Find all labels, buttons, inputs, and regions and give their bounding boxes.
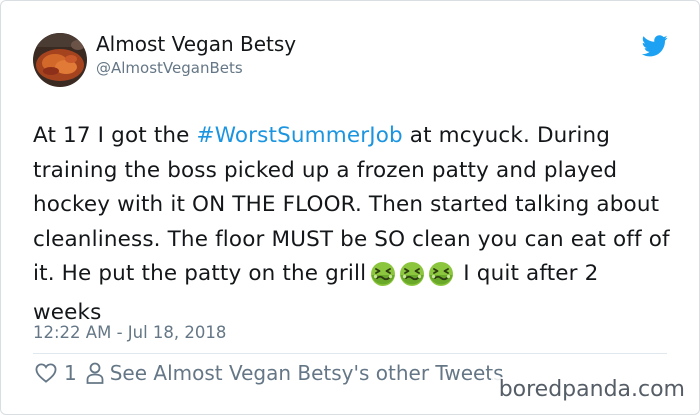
emoji-group bbox=[370, 261, 457, 296]
like-count: 1 bbox=[64, 361, 77, 385]
tweet-timestamp[interactable]: 12:22 AM - Jul 18, 2018 bbox=[33, 323, 226, 342]
watermark: boredpanda.com bbox=[490, 377, 685, 402]
person-icon bbox=[86, 362, 104, 384]
nauseated-face-icon bbox=[429, 262, 454, 286]
nauseated-face-icon bbox=[400, 262, 425, 286]
twitter-bird-icon[interactable] bbox=[642, 35, 668, 57]
avatar[interactable] bbox=[33, 33, 87, 87]
user-handle[interactable]: @AlmostVeganBets bbox=[96, 59, 243, 77]
hashtag-link[interactable]: #WorstSummerJob bbox=[197, 123, 403, 148]
tweet-text-start: At 17 I got the bbox=[33, 123, 197, 148]
divider bbox=[33, 353, 667, 354]
tweet-actions: 1 See Almost Vegan Betsy's other Tweets bbox=[35, 360, 504, 386]
tweet-card: Almost Vegan Betsy @AlmostVeganBets At 1… bbox=[0, 0, 700, 415]
heart-icon[interactable] bbox=[35, 363, 57, 383]
tweet-text: At 17 I got the #WorstSummerJob at mcyuc… bbox=[33, 119, 673, 330]
display-name[interactable]: Almost Vegan Betsy bbox=[96, 32, 296, 56]
nauseated-face-icon bbox=[371, 262, 396, 286]
other-tweets-link[interactable]: See Almost Vegan Betsy's other Tweets bbox=[110, 361, 504, 385]
